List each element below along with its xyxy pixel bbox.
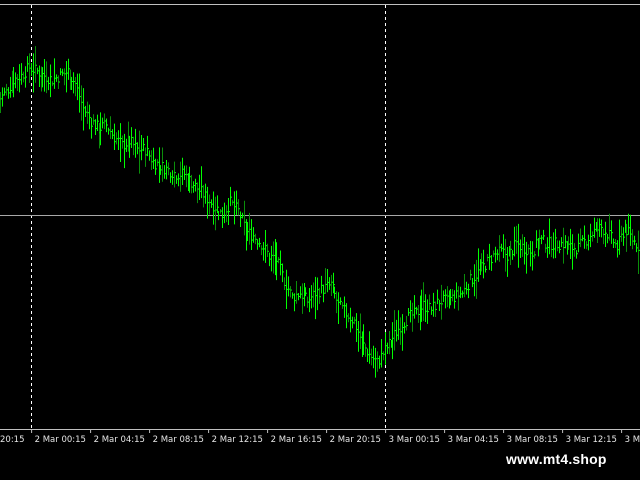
time-tick-label: 3 Mar 04:15 <box>448 435 499 445</box>
watermark: www.mt4.shop <box>506 449 626 469</box>
price-chart[interactable]: 20:15 2 Mar 00:15 2 Mar 04:15 2 Mar 08:15 2 … <box>0 0 640 480</box>
time-tick-label: 2 Mar 12:15 <box>212 435 263 445</box>
time-tick-label: 3 Mar 16:15 <box>625 435 640 445</box>
time-tick-label: 2 Mar 00:15 <box>35 435 86 445</box>
time-tick-label: 20:15 <box>0 435 25 445</box>
time-tick-label: 2 Mar 04:15 <box>94 435 145 445</box>
time-tick-label: 2 Mar 16:15 <box>271 435 322 445</box>
time-tick-label: 3 Mar 08:15 <box>507 435 558 445</box>
time-tick-label: 3 Mar 00:15 <box>389 435 440 445</box>
time-tick-label: 2 Mar 08:15 <box>153 435 204 445</box>
time-tick-label: 2 Mar 20:15 <box>330 435 381 445</box>
time-tick-label: 3 Mar 12:15 <box>566 435 617 445</box>
